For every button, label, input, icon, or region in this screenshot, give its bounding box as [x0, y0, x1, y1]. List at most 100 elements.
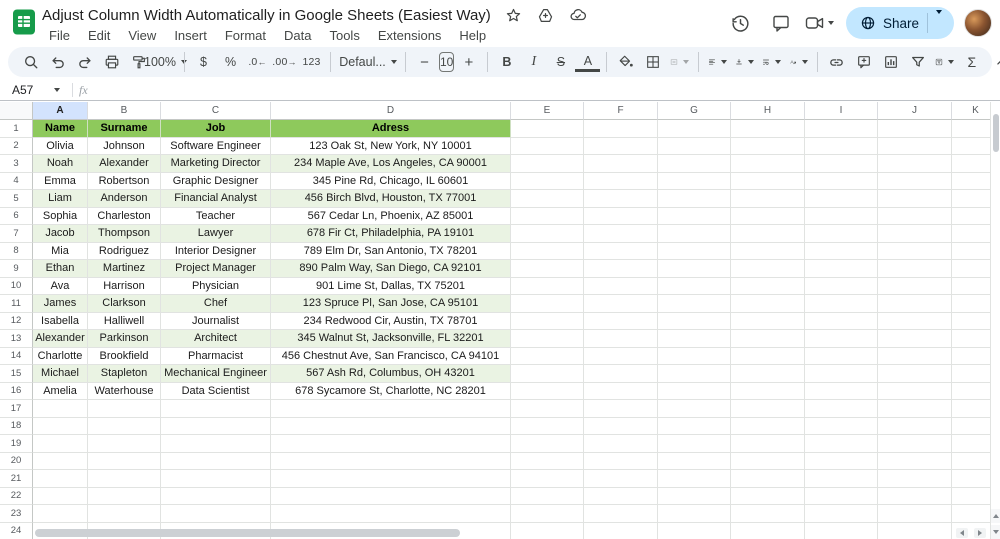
- cell-a23[interactable]: [33, 505, 88, 523]
- cell-c7[interactable]: Lawyer: [161, 225, 271, 243]
- cell-f11[interactable]: [584, 295, 658, 313]
- scroll-right-button[interactable]: [974, 528, 986, 538]
- cell-j8[interactable]: [878, 243, 952, 261]
- cell-b21[interactable]: [88, 470, 161, 488]
- cell-e16[interactable]: [511, 383, 584, 401]
- cell-b22[interactable]: [88, 488, 161, 506]
- comment-history-icon[interactable]: [764, 6, 798, 40]
- scroll-left-button[interactable]: [956, 528, 968, 538]
- horizontal-align-dropdown[interactable]: [705, 50, 730, 74]
- cell-h12[interactable]: [731, 313, 805, 331]
- cell-i10[interactable]: [805, 278, 878, 296]
- menu-item-edit[interactable]: Edit: [81, 27, 117, 44]
- search-icon[interactable]: [18, 50, 43, 74]
- cell-i23[interactable]: [805, 505, 878, 523]
- cell-h15[interactable]: [731, 365, 805, 383]
- cell-d17[interactable]: [271, 400, 511, 418]
- cell-a6[interactable]: Sophia: [33, 208, 88, 226]
- cell-g19[interactable]: [658, 435, 731, 453]
- cell-h22[interactable]: [731, 488, 805, 506]
- cell-k10[interactable]: [952, 278, 990, 296]
- cell-k19[interactable]: [952, 435, 990, 453]
- cell-a3[interactable]: Noah: [33, 155, 88, 173]
- share-button[interactable]: Share: [846, 7, 954, 39]
- cell-h2[interactable]: [731, 138, 805, 156]
- cell-k12[interactable]: [952, 313, 990, 331]
- create-filter-icon[interactable]: [905, 50, 930, 74]
- cell-h23[interactable]: [731, 505, 805, 523]
- cell-d13[interactable]: 345 Walnut St, Jacksonville, FL 32201: [271, 330, 511, 348]
- cell-b16[interactable]: Waterhouse: [88, 383, 161, 401]
- menu-item-format[interactable]: Format: [218, 27, 273, 44]
- cell-a10[interactable]: Ava: [33, 278, 88, 296]
- cell-j4[interactable]: [878, 173, 952, 191]
- cell-e2[interactable]: [511, 138, 584, 156]
- cell-e23[interactable]: [511, 505, 584, 523]
- column-header-c[interactable]: C: [161, 102, 271, 120]
- cell-f20[interactable]: [584, 453, 658, 471]
- cell-g22[interactable]: [658, 488, 731, 506]
- cell-d12[interactable]: 234 Redwood Cir, Austin, TX 78701: [271, 313, 511, 331]
- avatar[interactable]: [964, 9, 992, 37]
- cell-e4[interactable]: [511, 173, 584, 191]
- filter-views-dropdown[interactable]: [932, 50, 957, 74]
- cell-d16[interactable]: 678 Sycamore St, Charlotte, NC 28201: [271, 383, 511, 401]
- cell-g7[interactable]: [658, 225, 731, 243]
- cell-e1[interactable]: [511, 120, 584, 138]
- cell-c23[interactable]: [161, 505, 271, 523]
- cell-j2[interactable]: [878, 138, 952, 156]
- cell-a13[interactable]: Alexander: [33, 330, 88, 348]
- vertical-scrollbar-thumb[interactable]: [993, 114, 999, 152]
- cell-i20[interactable]: [805, 453, 878, 471]
- cell-i16[interactable]: [805, 383, 878, 401]
- row-header-21[interactable]: 21: [0, 470, 33, 488]
- cell-d22[interactable]: [271, 488, 511, 506]
- vertical-align-dropdown[interactable]: [732, 50, 757, 74]
- cell-e15[interactable]: [511, 365, 584, 383]
- cell-j6[interactable]: [878, 208, 952, 226]
- cell-e10[interactable]: [511, 278, 584, 296]
- column-header-a[interactable]: A: [33, 102, 88, 120]
- cell-k11[interactable]: [952, 295, 990, 313]
- cell-b7[interactable]: Thompson: [88, 225, 161, 243]
- cell-c16[interactable]: Data Scientist: [161, 383, 271, 401]
- cell-c1[interactable]: Job: [161, 120, 271, 138]
- column-header-i[interactable]: I: [805, 102, 878, 120]
- cell-i5[interactable]: [805, 190, 878, 208]
- cell-e5[interactable]: [511, 190, 584, 208]
- cell-g21[interactable]: [658, 470, 731, 488]
- cell-d1[interactable]: Adress: [271, 120, 511, 138]
- row-header-17[interactable]: 17: [0, 400, 33, 418]
- cell-b9[interactable]: Martinez: [88, 260, 161, 278]
- column-header-h[interactable]: H: [731, 102, 805, 120]
- scroll-up-button[interactable]: [991, 509, 1000, 523]
- cell-j18[interactable]: [878, 418, 952, 436]
- cell-k22[interactable]: [952, 488, 990, 506]
- cell-h5[interactable]: [731, 190, 805, 208]
- cell-i19[interactable]: [805, 435, 878, 453]
- row-header-14[interactable]: 14: [0, 348, 33, 366]
- horizontal-scrollbar[interactable]: [33, 529, 953, 537]
- cell-g3[interactable]: [658, 155, 731, 173]
- cell-b10[interactable]: Harrison: [88, 278, 161, 296]
- fill-color-icon[interactable]: [613, 50, 638, 74]
- row-header-1[interactable]: 1: [0, 120, 33, 138]
- cell-a4[interactable]: Emma: [33, 173, 88, 191]
- cell-b4[interactable]: Robertson: [88, 173, 161, 191]
- cell-a18[interactable]: [33, 418, 88, 436]
- cell-f1[interactable]: [584, 120, 658, 138]
- borders-icon[interactable]: [640, 50, 665, 74]
- cell-c17[interactable]: [161, 400, 271, 418]
- cell-g8[interactable]: [658, 243, 731, 261]
- cell-h14[interactable]: [731, 348, 805, 366]
- cell-c2[interactable]: Software Engineer: [161, 138, 271, 156]
- cell-e8[interactable]: [511, 243, 584, 261]
- cell-g5[interactable]: [658, 190, 731, 208]
- cell-d7[interactable]: 678 Fir Ct, Philadelphia, PA 19101: [271, 225, 511, 243]
- more-formats-button[interactable]: 123: [299, 50, 324, 74]
- cell-b23[interactable]: [88, 505, 161, 523]
- cloud-save-status-icon[interactable]: [569, 6, 587, 24]
- cell-k23[interactable]: [952, 505, 990, 523]
- cell-e9[interactable]: [511, 260, 584, 278]
- menu-item-help[interactable]: Help: [452, 27, 493, 44]
